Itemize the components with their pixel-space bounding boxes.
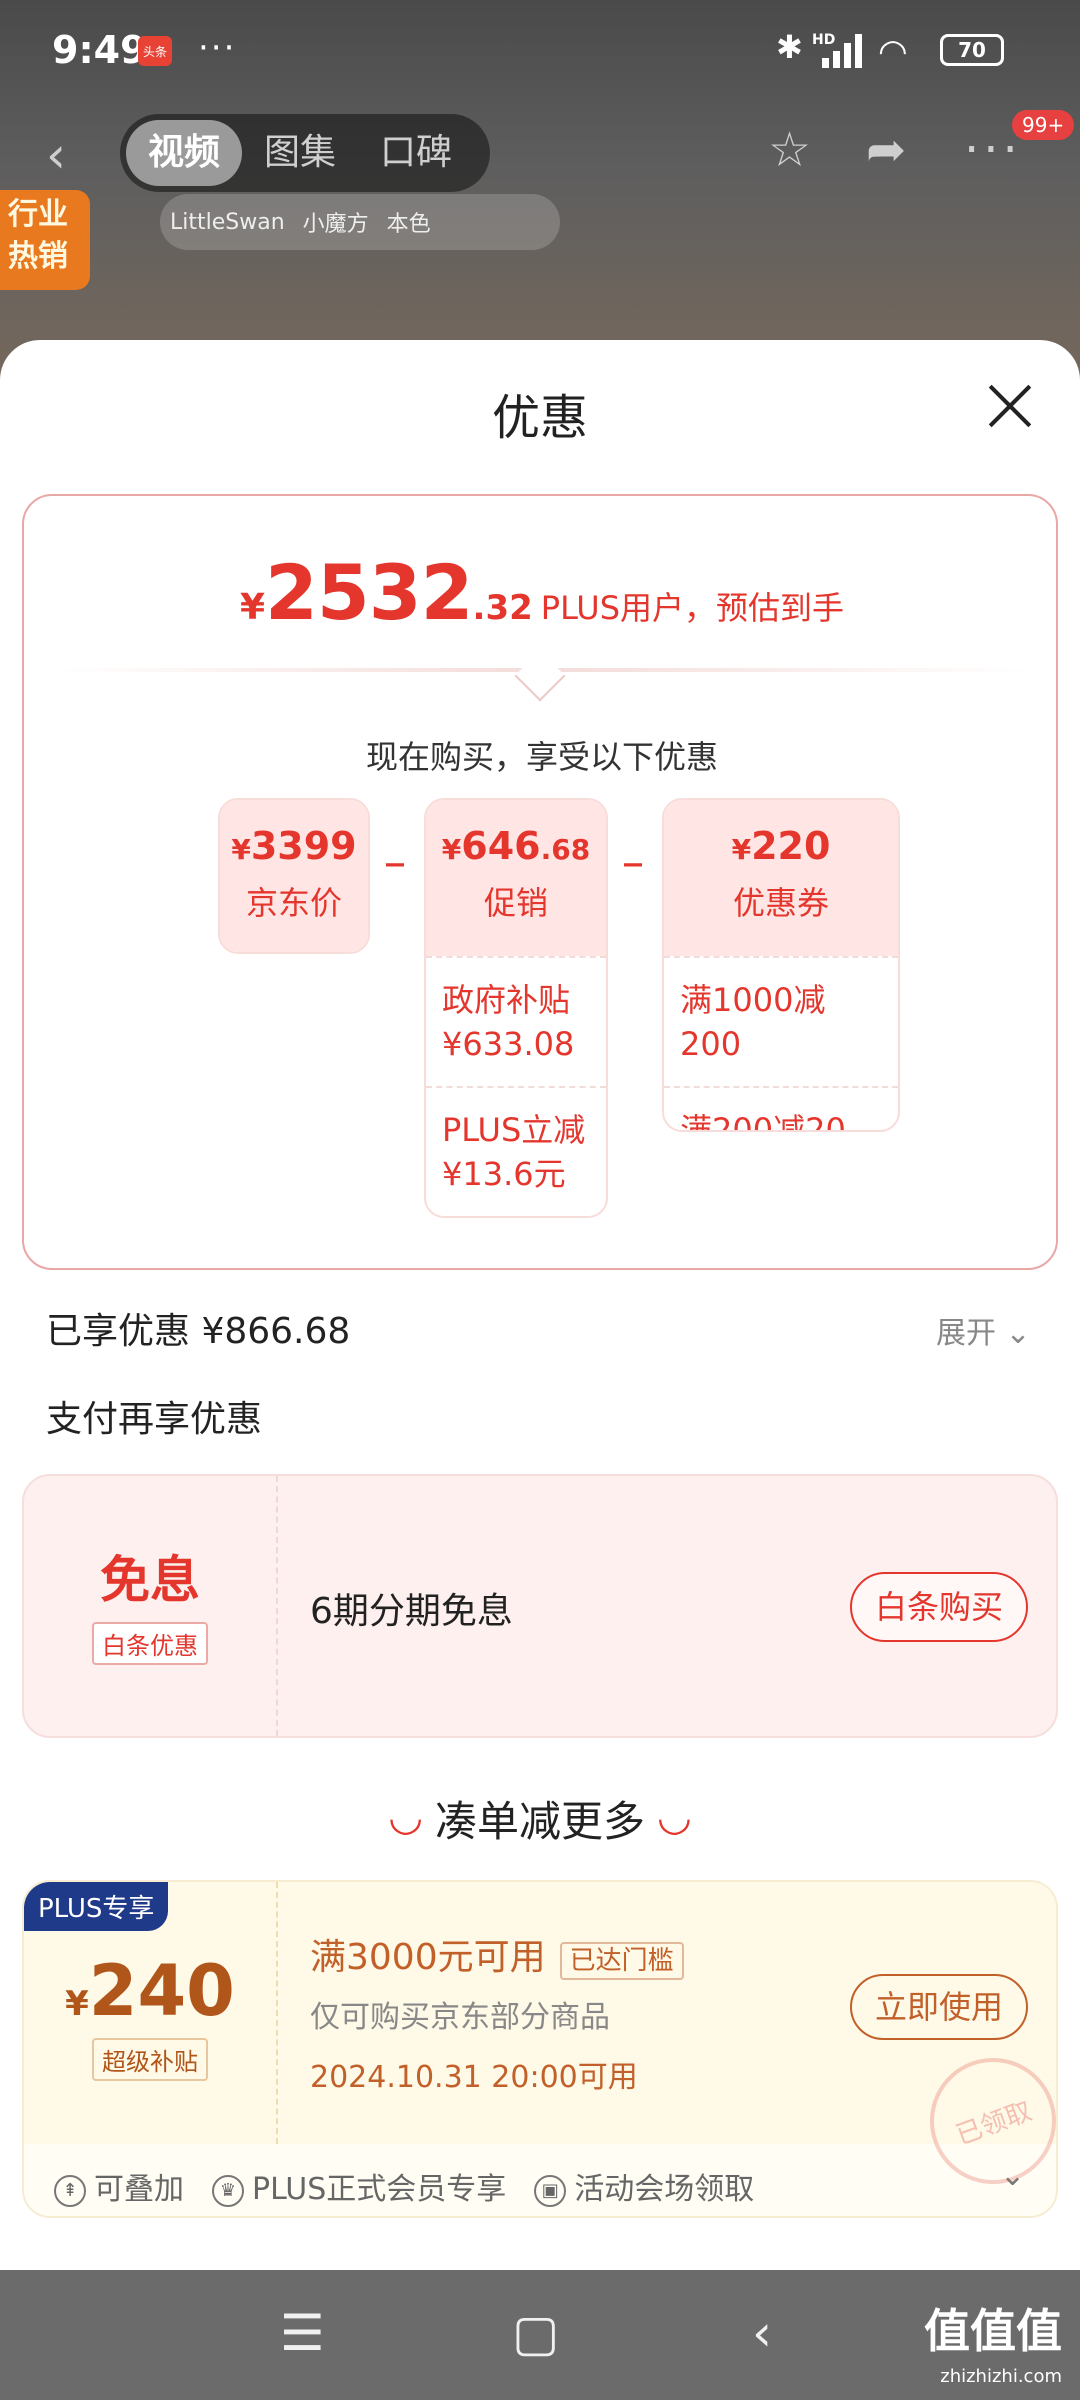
menu-icon[interactable]: ☰ <box>280 2304 325 2362</box>
pay-section-title: 支付再享优惠 <box>46 1399 263 1440</box>
clock: 9:49 <box>52 28 147 72</box>
divider-notch <box>514 650 566 702</box>
home-icon[interactable]: ▢ <box>512 2304 559 2362</box>
installment-offer: 免息 白条优惠 6期分期免息 白条购买 <box>22 1474 1058 1738</box>
back-icon[interactable]: ‹ <box>46 126 66 184</box>
currency-symbol: ¥ <box>239 587 265 628</box>
coupon-label: 优惠券 <box>732 884 829 922</box>
interest-free-label: 免息 <box>100 1551 200 1609</box>
status-bar: 9:49 头条 ··· ✱ HD ◠ 70 <box>0 0 1080 100</box>
threshold-reached-tag: 已达门槛 <box>559 1942 684 1980</box>
feature-plus-member: PLUS正式会员专享 <box>252 2172 507 2207</box>
installment-desc: 6期分期免息 <box>310 1591 513 1632</box>
tab-gallery[interactable]: 图集 <box>242 120 358 186</box>
brand-logo-littleswan: LittleSwan <box>170 209 285 235</box>
watermark: 值值值 zhizhizhi.com <box>924 2304 1062 2387</box>
wifi-icon: ◠ <box>878 32 908 72</box>
coupon-summary-card: ¥220 优惠券 满1000减200 满200减20 <box>662 798 900 1132</box>
smile-icon: ◡ <box>659 1794 690 1840</box>
promo-card: ¥646.68 促销 政府补贴 ¥633.08 PLUS立减 ¥13.6元 <box>424 798 608 1218</box>
estimated-price: ¥2532.32 PLUS用户，预估到手 <box>24 548 1060 637</box>
close-icon[interactable] <box>986 382 1034 430</box>
sheet-title: 优惠 <box>491 390 588 446</box>
use-now-button[interactable]: 立即使用 <box>850 1974 1028 2040</box>
brand-logo-bense: 本色 <box>386 212 431 237</box>
chevron-down-icon: ⌄ <box>1005 1316 1031 1351</box>
minus-sign: _ <box>386 826 404 867</box>
venue-icon: ▣ <box>534 2174 567 2207</box>
coupon-scope: 仅可购买京东部分商品 <box>310 2000 610 2035</box>
breakdown-intro: 现在购买，享受以下优惠 <box>365 738 718 776</box>
promo-item-subsidy: 政府补贴 ¥633.08 <box>426 956 606 1086</box>
stackable-icon: ⇞ <box>54 2174 86 2207</box>
chevron-down-icon[interactable]: ⌄ <box>1000 2158 1025 2193</box>
baitiao-buy-button[interactable]: 白条购买 <box>850 1572 1028 1642</box>
estimated-price-panel: ¥2532.32 PLUS用户，预估到手 现在购买，享受以下优惠 ¥3399 京东… <box>22 494 1058 1270</box>
promo-decimal: .68 <box>540 833 591 866</box>
tab-reviews[interactable]: 口碑 <box>358 120 474 186</box>
promo-value: 646 <box>461 824 541 868</box>
notification-count-badge: 99+ <box>1012 110 1075 140</box>
coupon-features: ⇞ 可叠加 ♛ PLUS正式会员专享 ▣ 活动会场领取 <box>54 2164 754 2208</box>
plus-exclusive-tag: PLUS专享 <box>24 1882 169 1931</box>
plus-coupon-card: ¥240 超级补贴 PLUS专享 满3000元可用 已达门槛 仅可购买京东部分商品… <box>22 1880 1074 2218</box>
brand-logo-xiaomofang: 小魔方 <box>302 212 369 237</box>
coupon-item-1000: 满1000减200 <box>664 956 898 1086</box>
price-integer: 2532 <box>265 548 474 637</box>
expand-label: 展开 <box>936 1316 996 1351</box>
signal-icon <box>822 34 862 68</box>
system-navigation-bar: ☰ ▢ ‹ <box>0 2270 1080 2400</box>
jd-price-label: 京东价 <box>245 884 342 922</box>
bluetooth-icon: ✱ <box>776 28 803 66</box>
brand-banner: 行业热销 LittleSwan 小魔方 本色 <box>0 180 560 290</box>
battery-icon: 70 <box>940 34 1004 66</box>
toutiao-app-icon: 头条 <box>138 36 172 66</box>
coupon-item-200: 满200减20 <box>664 1086 898 1130</box>
more-section-title: ◡ 凑单减更多 ◡ <box>390 1794 690 1846</box>
price-note: PLUS用户，预估到手 <box>540 589 845 627</box>
coupon-amount: 240 <box>88 1950 235 2032</box>
expand-button[interactable]: 展开 ⌄ <box>936 1308 1031 1352</box>
feature-stackable: 可叠加 <box>94 2172 184 2207</box>
coupon-threshold: 满3000元可用 <box>310 1937 546 1978</box>
more-notifications-icon: ··· <box>198 28 237 68</box>
smile-icon: ◡ <box>390 1794 421 1840</box>
back-nav-icon[interactable]: ‹ <box>752 2304 772 2362</box>
coupon-value: 220 <box>751 824 831 868</box>
brand-logos: LittleSwan 小魔方 本色 <box>160 194 560 250</box>
crown-icon: ♛ <box>212 2174 244 2207</box>
feature-venue: 活动会场领取 <box>574 2172 755 2207</box>
tab-video[interactable]: 视频 <box>126 120 243 186</box>
promo-label: 促销 <box>483 884 548 922</box>
jd-price-value: 3399 <box>250 824 357 868</box>
jd-price-card: ¥3399 京东价 <box>218 798 370 954</box>
saved-amount: 已享优惠 ¥866.68 <box>46 1311 351 1352</box>
hot-sale-label: 行业热销 <box>0 190 90 290</box>
price-decimal: .32 <box>472 588 533 628</box>
promo-item-plus: PLUS立减 ¥13.6元 <box>426 1086 606 1216</box>
super-subsidy-tag: 超级补贴 <box>92 2038 208 2081</box>
share-icon[interactable]: ➦ <box>866 122 906 178</box>
discount-sheet: 优惠 ¥2532.32 PLUS用户，预估到手 现在购买，享受以下优惠 ¥3399… <box>0 340 1080 2270</box>
coupon-valid-time: 2024.10.31 20:00可用 <box>310 2060 638 2095</box>
favorite-star-icon[interactable]: ☆ <box>768 122 811 178</box>
minus-sign: _ <box>624 826 642 867</box>
baitiao-tag: 白条优惠 <box>92 1622 208 1665</box>
